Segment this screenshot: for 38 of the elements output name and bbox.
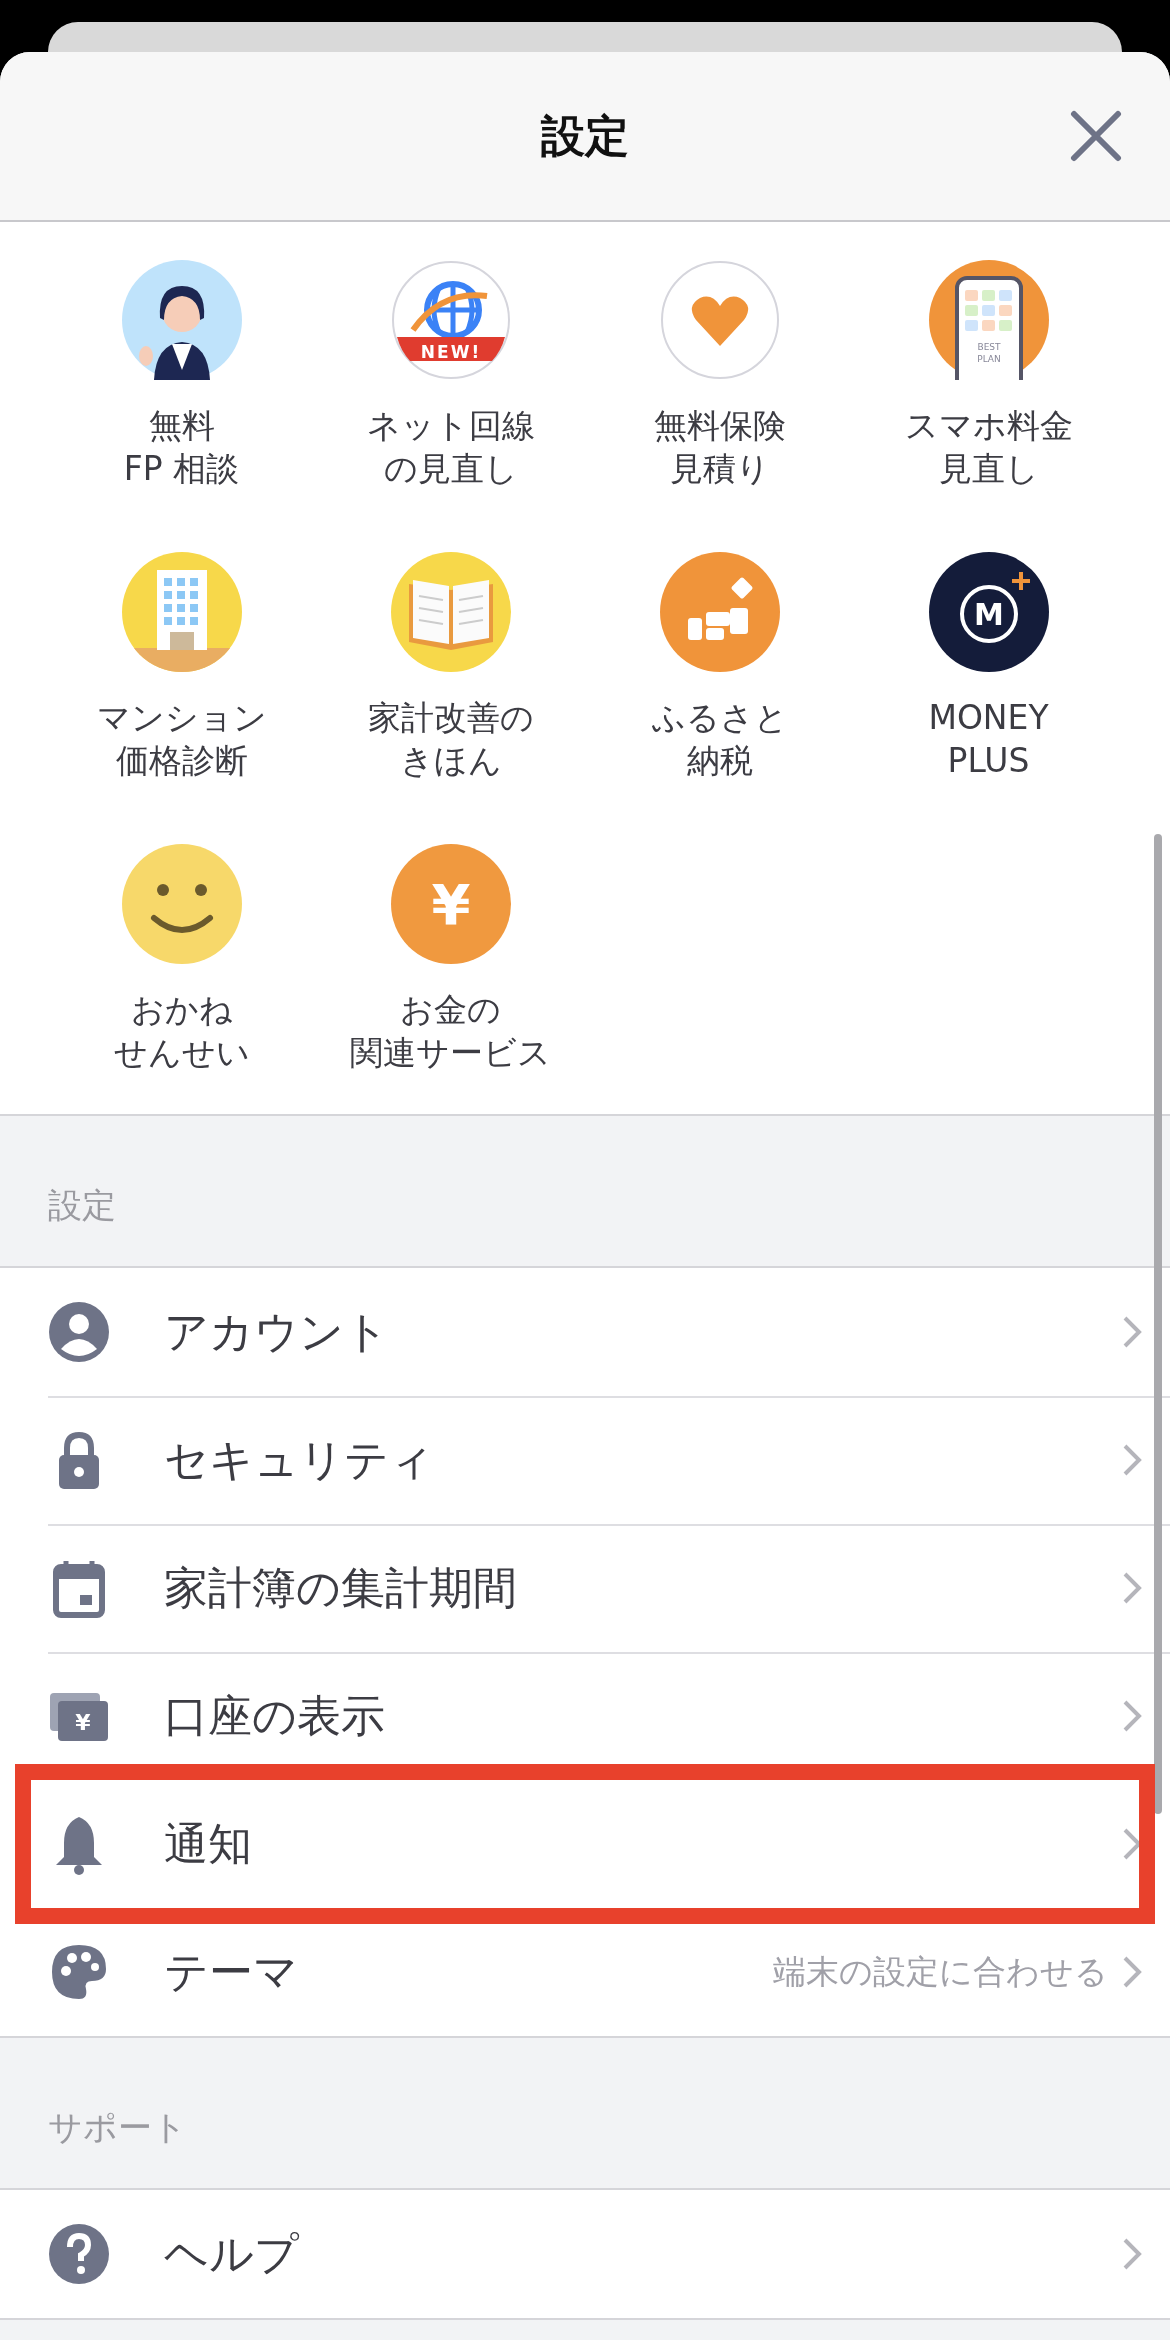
service-label[interactable]: 無料保険 見積り	[653, 404, 786, 490]
service-label[interactable]: ふるさと 納税	[651, 696, 788, 782]
sheet-title: 設定	[541, 108, 629, 163]
section-header: サポート	[48, 2106, 187, 2149]
service-label[interactable]: 無料 FP 相談	[123, 404, 240, 490]
section-header: 設定	[48, 1184, 116, 1227]
chevron-right-icon	[1122, 1955, 1142, 1989]
book-icon	[390, 552, 511, 672]
setting-label[interactable]: 家計簿の集計期間	[164, 1558, 1122, 1618]
setting-label[interactable]: セキュリティ	[164, 1430, 1122, 1490]
setting-value: 端末の設定に合わせる	[773, 1950, 1108, 1993]
setting-label[interactable]: テーマ	[164, 1942, 773, 2002]
chevron-right-icon	[1122, 1315, 1142, 1349]
chevron-right-icon	[1122, 1699, 1142, 1733]
person-avatar-icon	[121, 260, 242, 380]
chevron-right-icon	[1122, 2237, 1142, 2271]
setting-label[interactable]: 通知	[164, 1814, 1122, 1874]
chevron-right-icon	[1122, 1827, 1142, 1861]
smiley-icon	[121, 844, 242, 964]
service-label[interactable]: MONEY PLUS	[928, 696, 1049, 782]
chevron-right-icon	[1122, 1571, 1142, 1605]
money-plus-logo-icon: M	[928, 552, 1049, 672]
blocks-icon	[659, 552, 780, 672]
yen-icon: ¥	[390, 844, 511, 964]
service-label[interactable]: おかね せんせい	[113, 988, 250, 1074]
globe-icon: NEW!	[390, 260, 511, 380]
phone-icon: BEST PLAN	[928, 260, 1049, 380]
setting-label[interactable]: ヘルプ	[164, 2224, 1122, 2284]
service-label[interactable]: マンション 価格診断	[96, 696, 267, 782]
chevron-right-icon	[1122, 1443, 1142, 1477]
service-label[interactable]: 家計改善の きほん	[367, 696, 534, 782]
service-label[interactable]: ネット回線 の見直し	[366, 404, 535, 490]
service-label[interactable]: スマホ料金 見直し	[904, 404, 1073, 490]
account-icon	[48, 1301, 110, 1363]
help-icon	[48, 2223, 110, 2285]
service-label[interactable]: お金の 関連サービス	[350, 988, 551, 1074]
setting-label[interactable]: 口座の表示	[164, 1686, 1122, 1746]
setting-label[interactable]: アカウント	[164, 1302, 1122, 1362]
